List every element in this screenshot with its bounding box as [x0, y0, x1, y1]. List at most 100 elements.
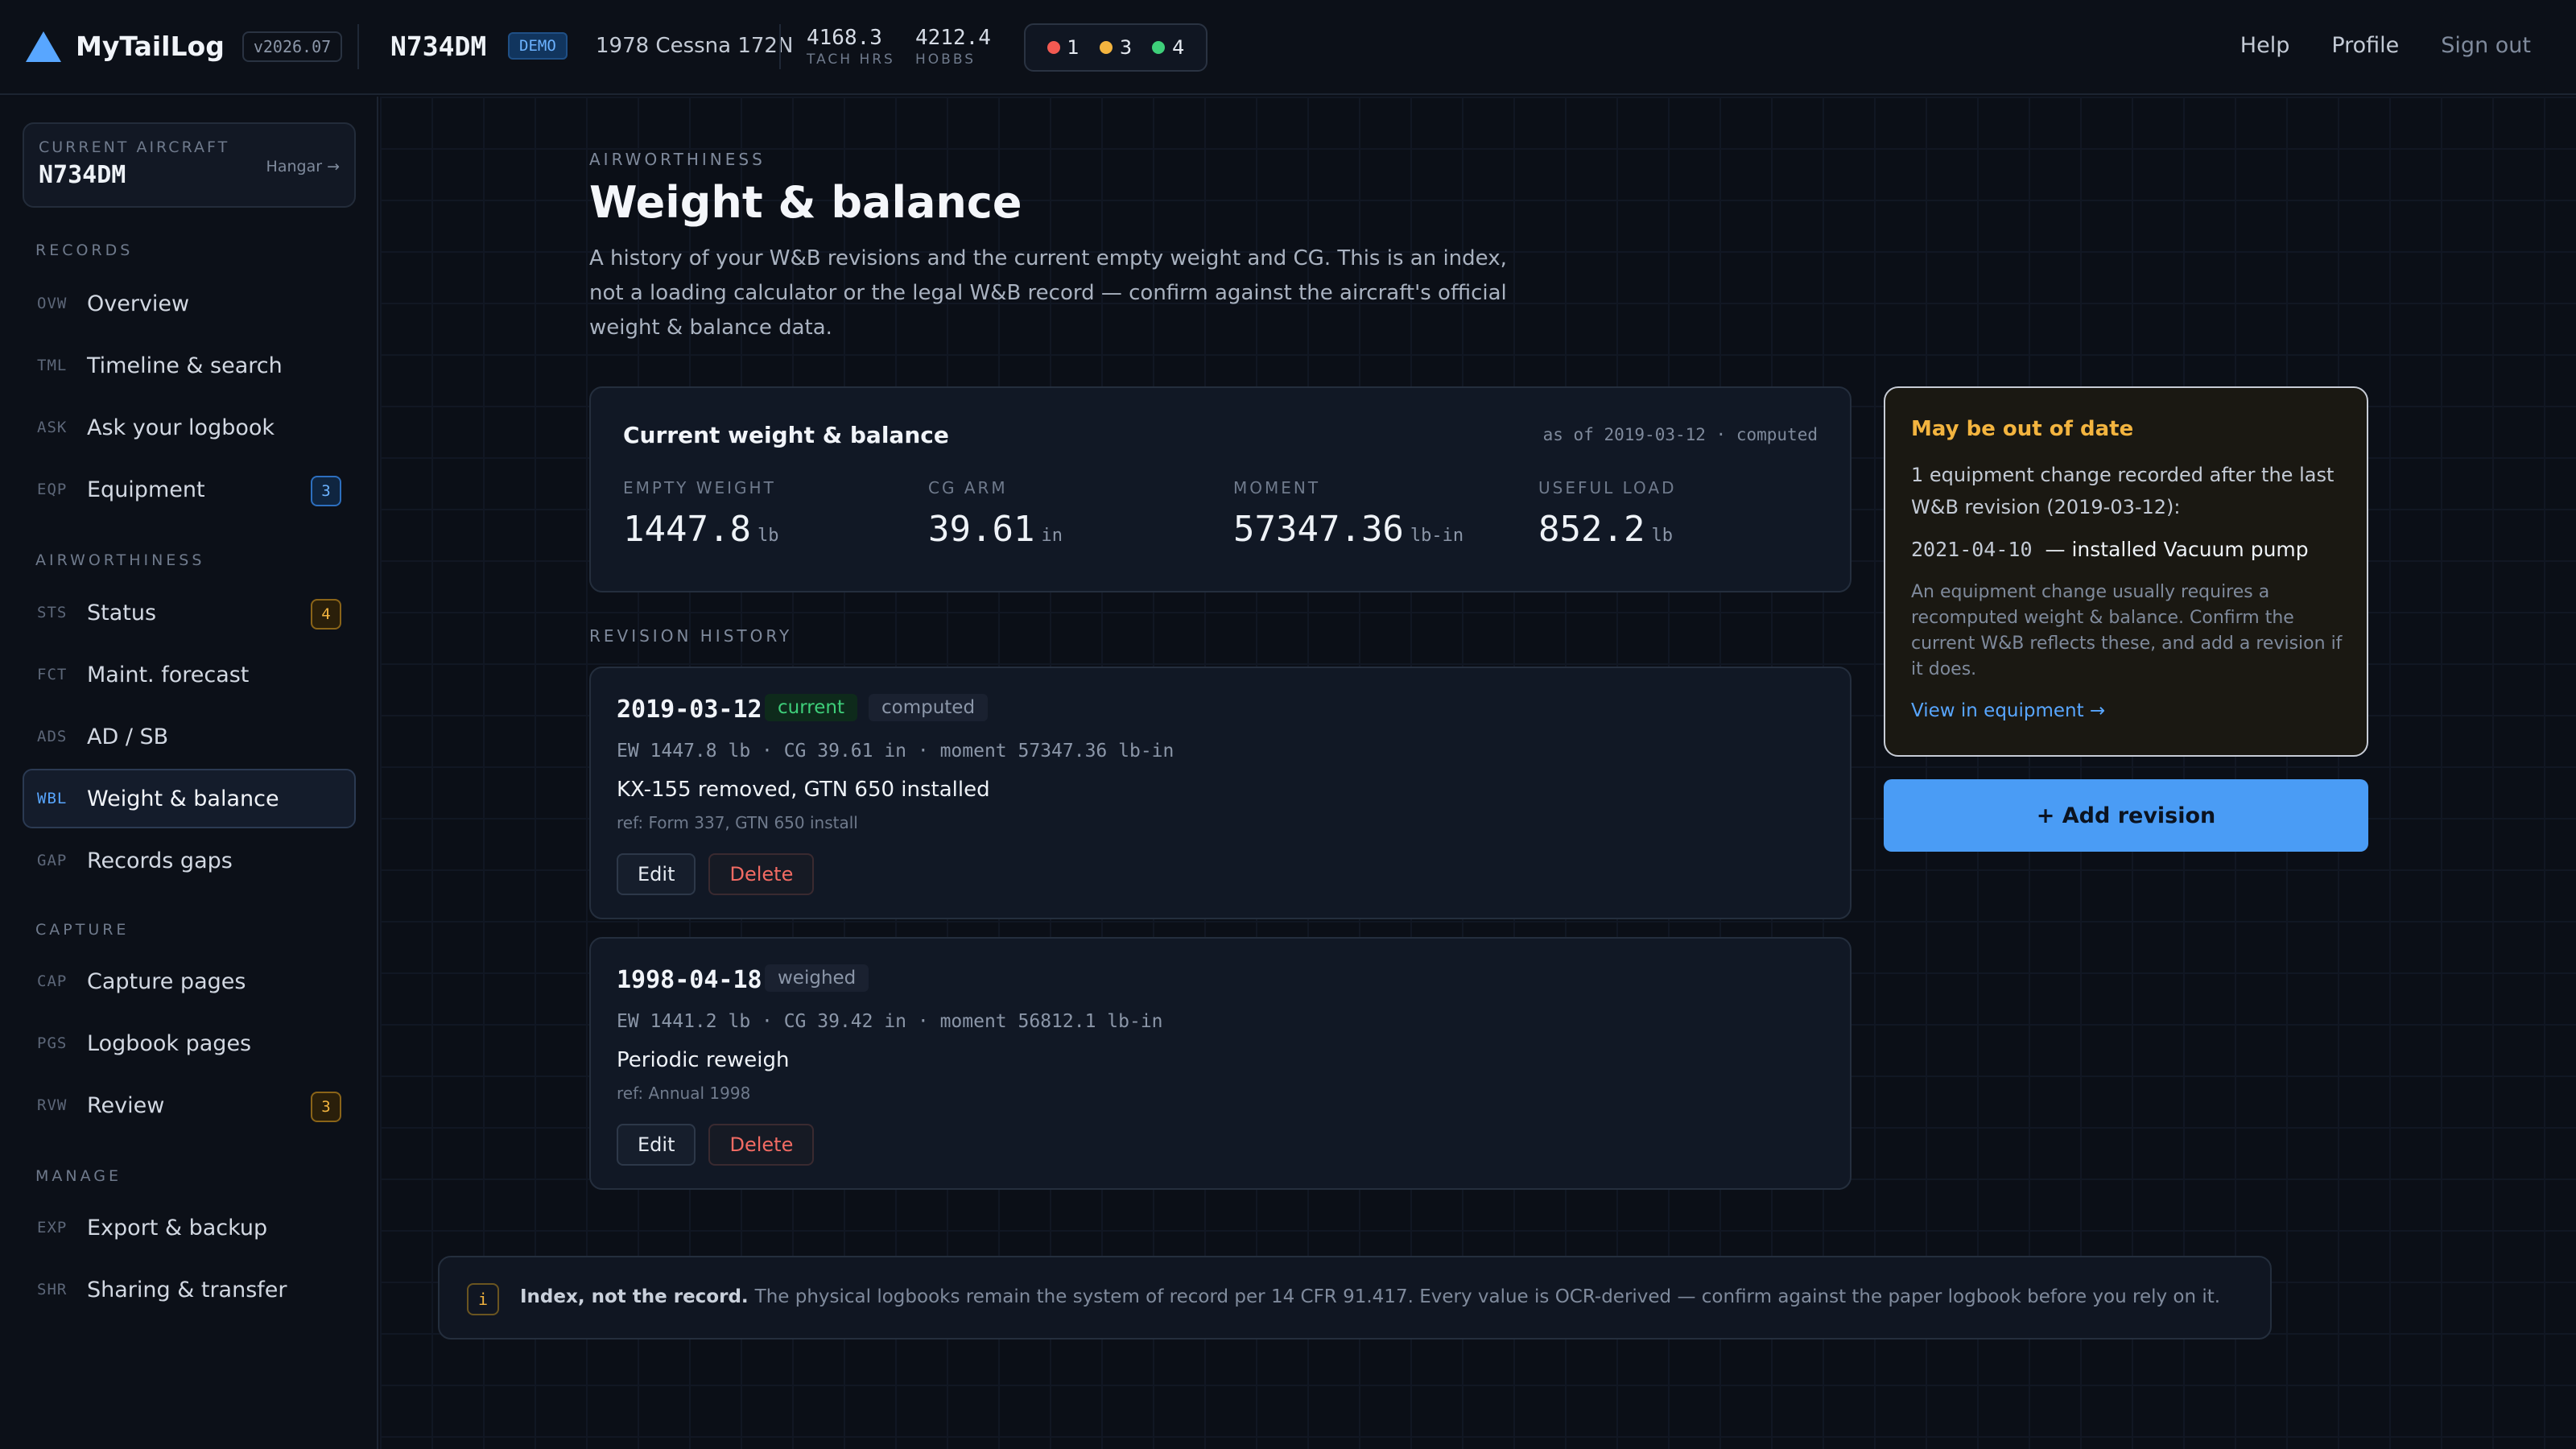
sidebar-item-records-gaps[interactable]: GAP Records gaps [23, 831, 356, 890]
sidebar-item-sharing[interactable]: SHR Sharing & transfer [23, 1260, 356, 1319]
nav-label: Ask your logbook [87, 415, 275, 440]
logo-triangle-icon [26, 31, 61, 62]
hangar-link[interactable]: Hangar → [266, 158, 340, 175]
status-green: 4 [1152, 36, 1184, 59]
sidebar-item-ad-sb[interactable]: ADS AD / SB [23, 707, 356, 766]
revision-card: 2019-03-12 current computed EW 1447.8 lb… [589, 667, 1852, 919]
sidebar-item-overview[interactable]: OVW Overview [23, 274, 356, 333]
out-of-date-warning: May be out of date 1 equipment change re… [1884, 386, 2368, 757]
status-green-count: 4 [1172, 36, 1185, 59]
nav-label: AD / SB [87, 724, 169, 749]
sidebar: CURRENT AIRCRAFT N734DM Hangar → RECORDS… [0, 97, 378, 1449]
page-description: A history of your W&B revisions and the … [589, 246, 1507, 340]
nav-code: CAP [37, 972, 68, 990]
nav-code: TML [37, 357, 68, 374]
edit-button[interactable]: Edit [617, 1124, 696, 1166]
aircraft-tail: N734DM [390, 31, 487, 62]
divider [779, 24, 781, 69]
nav-code: EXP [37, 1219, 68, 1236]
delete-button[interactable]: Delete [708, 853, 815, 895]
nav-code: OVW [37, 295, 68, 312]
status-amber: 3 [1099, 36, 1133, 59]
current-aircraft-card[interactable]: CURRENT AIRCRAFT N734DM Hangar → [23, 122, 356, 208]
revision-date: 1998-04-18 [617, 966, 762, 994]
sidebar-item-export[interactable]: EXP Export & backup [23, 1198, 356, 1257]
revision-history-label: REVISION HISTORY [589, 626, 793, 646]
nav-code: RVW [37, 1096, 68, 1114]
page-title: Weight & balance [589, 177, 1022, 228]
sidebar-item-ask[interactable]: ASK Ask your logbook [23, 398, 356, 457]
warning-note: An equipment change usually requires a r… [1911, 582, 2343, 679]
add-revision-button[interactable]: + Add revision [1884, 779, 2368, 852]
record-notice: i Index, not the record. The physical log… [438, 1256, 2272, 1340]
view-in-equipment-link[interactable]: View in equipment → [1911, 700, 2105, 721]
sidebar-item-logbook-pages[interactable]: PGS Logbook pages [23, 1013, 356, 1073]
top-links: Help Profile Sign out [2240, 33, 2531, 58]
method-tag: computed [868, 694, 989, 721]
revision-actions: Edit Delete [617, 1124, 815, 1166]
nav-code: ASK [37, 419, 68, 436]
info-icon: i [467, 1283, 499, 1315]
nav-label: Maint. forecast [87, 662, 250, 687]
section-manage: MANAGE [35, 1167, 122, 1185]
nav-code: PGS [37, 1034, 68, 1052]
metric-unit: in [1041, 526, 1063, 546]
brand[interactable]: MyTailLog v2026.07 [26, 31, 343, 62]
version-badge: v2026.07 [242, 31, 343, 62]
notice-text: Index, not the record. The physical logbo… [520, 1286, 2220, 1307]
metric-unit: lb [757, 526, 779, 546]
sidebar-item-forecast[interactable]: FCT Maint. forecast [23, 645, 356, 704]
metric-value: 1447.8 [623, 509, 751, 550]
sign-out-link[interactable]: Sign out [2441, 33, 2531, 58]
edit-button[interactable]: Edit [617, 853, 696, 895]
nav-label: Status [87, 600, 157, 625]
revision-stats: EW 1447.8 lb · CG 39.61 in · moment 5734… [617, 741, 1174, 762]
revision-reference: ref: Annual 1998 [617, 1084, 751, 1103]
warning-title: May be out of date [1911, 417, 2134, 441]
green-dot-icon [1152, 41, 1166, 54]
metric-cg-arm: CG ARM 39.61 in [928, 478, 1063, 550]
section-capture: CAPTURE [35, 921, 130, 939]
metric-value: 39.61 [928, 509, 1035, 550]
revision-date: 2019-03-12 [617, 696, 762, 724]
metric-value-row: 852.2 lb [1538, 509, 1677, 550]
warning-item-text: — installed Vacuum pump [2045, 538, 2309, 561]
demo-badge: DEMO [508, 32, 568, 60]
revision-stats: EW 1441.2 lb · CG 39.42 in · moment 5681… [617, 1011, 1163, 1032]
sidebar-item-capture-pages[interactable]: CAP Capture pages [23, 952, 356, 1011]
revision-card: 1998-04-18 weighed EW 1441.2 lb · CG 39.… [589, 937, 1852, 1190]
notice-bold: Index, not the record. [520, 1286, 749, 1307]
profile-link[interactable]: Profile [2331, 33, 2399, 58]
nav-label: Equipment [87, 477, 205, 502]
hobbs-meter: 4212.4 HOBBS [915, 26, 991, 68]
brand-name: MyTailLog [76, 31, 225, 62]
revision-reference: ref: Form 337, GTN 650 install [617, 813, 858, 832]
nav-label: Logbook pages [87, 1030, 252, 1056]
current-tag: current [765, 694, 857, 721]
revision-description: Periodic reweigh [617, 1048, 790, 1072]
nav-code: ADS [37, 728, 68, 745]
amber-dot-icon [1099, 41, 1113, 54]
nav-label: Weight & balance [87, 786, 279, 811]
nav-code: FCT [37, 666, 68, 683]
nav-label: Sharing & transfer [87, 1277, 287, 1302]
sidebar-item-review[interactable]: RVW Review 3 [23, 1075, 356, 1135]
nav-label: Capture pages [87, 968, 246, 994]
as-of-label: as of 2019-03-12 · computed [1542, 425, 1818, 444]
sidebar-item-equipment[interactable]: EQP Equipment 3 [23, 460, 356, 519]
status-summary[interactable]: 1 3 4 [1024, 23, 1208, 72]
metric-value-row: 39.61 in [928, 509, 1063, 550]
sidebar-item-timeline[interactable]: TML Timeline & search [23, 336, 356, 395]
sidebar-item-status[interactable]: STS Status 4 [23, 583, 356, 642]
metric-label: MOMENT [1233, 478, 1321, 497]
nav-code: WBL [37, 790, 68, 807]
warning-body: 1 equipment change recorded after the la… [1911, 464, 2334, 518]
nav-code: STS [37, 604, 68, 621]
metric-unit: lb-in [1410, 526, 1464, 546]
sidebar-item-weight-balance[interactable]: WBL Weight & balance [23, 769, 356, 828]
help-link[interactable]: Help [2240, 33, 2290, 58]
status-amber-count: 3 [1119, 36, 1133, 59]
revision-actions: Edit Delete [617, 853, 815, 895]
status-red: 1 [1046, 36, 1080, 59]
delete-button[interactable]: Delete [708, 1124, 815, 1166]
